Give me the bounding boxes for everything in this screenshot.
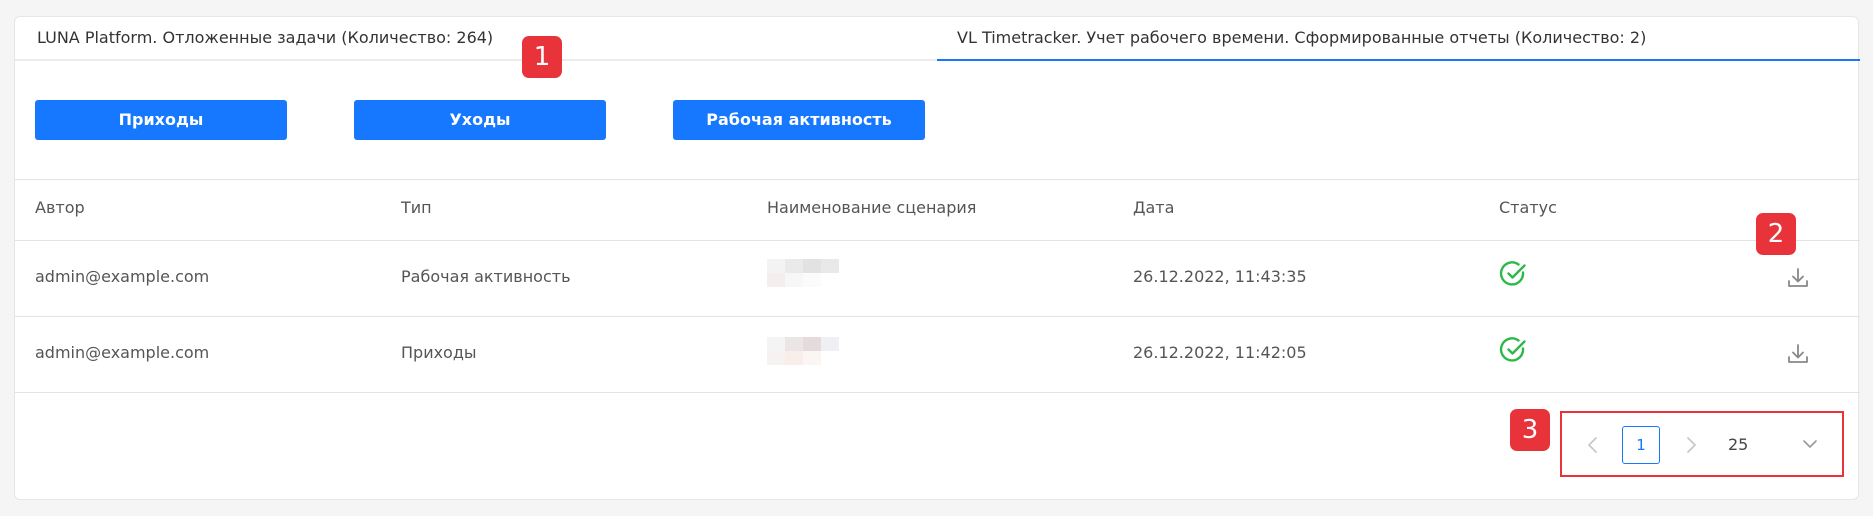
annotation-badge: 1 bbox=[522, 36, 562, 78]
page-number-current[interactable]: 1 bbox=[1622, 426, 1660, 464]
tab-luna-deferred-tasks[interactable]: LUNA Platform. Отложенные задачи (Количе… bbox=[15, 17, 937, 61]
annotation-badge: 2 bbox=[1756, 213, 1796, 255]
scenario-name-blurred bbox=[767, 259, 839, 287]
row-type: Приходы bbox=[401, 343, 477, 362]
download-icon[interactable] bbox=[1785, 265, 1811, 291]
column-header-type: Тип bbox=[401, 198, 432, 217]
row-divider bbox=[15, 316, 1860, 317]
row-date: 26.12.2022, 11:43:35 bbox=[1133, 267, 1307, 286]
check-circle-icon bbox=[1499, 261, 1526, 286]
header-divider bbox=[15, 240, 1860, 241]
check-circle-icon bbox=[1499, 337, 1526, 362]
scenario-name-blurred bbox=[767, 337, 839, 365]
prev-page-icon[interactable] bbox=[1581, 433, 1605, 457]
row-date: 26.12.2022, 11:42:05 bbox=[1133, 343, 1307, 362]
table-bottom-divider bbox=[15, 392, 1860, 393]
tab-label: LUNA Platform. Отложенные задачи (Количе… bbox=[37, 28, 494, 47]
page-size-value: 25 bbox=[1728, 435, 1749, 454]
chevron-down-icon bbox=[1803, 440, 1817, 448]
table-top-divider bbox=[15, 179, 1860, 180]
row-author: admin@example.com bbox=[35, 267, 210, 286]
page-size-select[interactable]: 25 bbox=[1710, 426, 1826, 464]
arrivals-button[interactable]: Приходы bbox=[35, 100, 287, 140]
next-page-icon[interactable] bbox=[1679, 433, 1703, 457]
departures-button[interactable]: Уходы bbox=[354, 100, 606, 140]
column-header-date: Дата bbox=[1133, 198, 1175, 217]
tab-vl-timetracker-reports[interactable]: VL Timetracker. Учет рабочего времени. С… bbox=[937, 17, 1860, 61]
download-icon[interactable] bbox=[1785, 341, 1811, 367]
column-header-author: Автор bbox=[35, 198, 85, 217]
row-author: admin@example.com bbox=[35, 343, 210, 362]
tab-label: VL Timetracker. Учет рабочего времени. С… bbox=[957, 28, 1647, 47]
column-header-status: Статус bbox=[1499, 198, 1557, 217]
tabs-bar: LUNA Platform. Отложенные задачи (Количе… bbox=[15, 17, 1860, 61]
row-type: Рабочая активность bbox=[401, 267, 571, 286]
work-activity-button[interactable]: Рабочая активность bbox=[673, 100, 925, 140]
annotation-badge: 3 bbox=[1510, 409, 1550, 451]
column-header-scenario: Наименование сценария bbox=[767, 198, 977, 217]
